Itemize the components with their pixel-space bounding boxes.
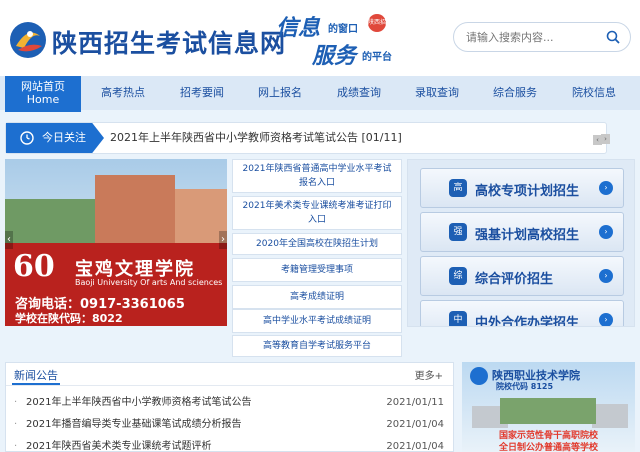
quick-link-enrollment-plan[interactable]: 2020年全国高校在陕招生计划 [232,233,402,255]
arrow-right-icon: › [599,269,613,283]
news-divider [6,385,453,386]
arrow-right-icon: › [599,181,613,195]
arrow-right-icon: › [599,313,613,326]
news-item[interactable]: · 2021年上半年陕西省中小学教师资格考试笔试公告 2021/01/11 [14,393,446,413]
nav-item-score-query[interactable]: 成绩查询 [320,76,398,110]
banner-prev-button[interactable]: ‹ [5,231,13,249]
site-logo-icon[interactable] [8,20,48,60]
search-box [453,22,631,52]
college-ad-banner[interactable]: 陕西职业技术学院 院校代码 8125 国家示范性骨干高职院校 全日制公办普通高等… [462,362,635,452]
ad-campus-gate [500,398,596,424]
news-more-link[interactable]: 更多+ [415,367,443,382]
nav-home-label: 网站首页 [21,80,65,93]
slogan-service: 服务 [312,43,357,69]
sino-foreign-icon: 中 [449,311,467,326]
search-input[interactable] [466,29,601,46]
nav-home[interactable]: 网站首页 Home [5,76,81,112]
special-btn-strong-base[interactable]: 强 强基计划高校招生 › [420,212,624,252]
site-header: 陕西招生考试信息网 信息 的窗口 陕西招 服务 的平台 [0,0,640,76]
news-item-title: 2021年上半年陕西省中小学教师资格考试笔试公告 [26,397,252,408]
university-plan-icon: 高 [449,179,467,197]
banner-building [95,175,175,245]
banner-next-button[interactable]: › [219,231,227,249]
news-item-date: 2021/01/04 [386,419,444,430]
quick-link-self-study-platform[interactable]: 高等教育自学考试服务平台 [232,335,402,357]
ad-building-right [592,404,628,428]
ad-motto-2: 全日制公办普通高等学校 [498,443,598,452]
news-item-date: 2021/01/11 [386,397,444,408]
news-item[interactable]: · 2021年播音编导类专业基础课笔试成绩分析报告 2021/01/04 [14,415,446,435]
strong-base-icon: 强 [449,223,467,241]
banner-school-name-en: Baoji University Of arts And sciences [75,278,223,287]
comprehensive-icon: 综 [449,267,467,285]
nav-item-exam-news[interactable]: 招考要闻 [163,76,241,110]
news-item-title: 2021年播音编导类专业基础课笔试成绩分析报告 [26,419,242,430]
news-item[interactable]: · 2021年陕西省美术类专业课统考试题评析 2021/01/04 [14,437,446,452]
today-focus-ticker: 今日关注 2021年上半年陕西省中小学教师资格考试笔试公告 [01/11] ‹ [5,122,607,154]
clock-icon [20,131,34,145]
slogan-seal-icon: 陕西招 [368,14,386,32]
special-btn-university-plan[interactable]: 高 高校专项计划招生 › [420,168,624,208]
nav-home-sublabel: Home [26,93,60,106]
slogan-window: 的窗口 [328,24,358,35]
arrow-right-icon: › [599,225,613,239]
quick-link-gaokao-score-proof[interactable]: 高考成绩证明 [232,285,402,309]
news-title[interactable]: 新闻公告 [14,367,58,383]
nav-item-services[interactable]: 综合服务 [476,76,554,110]
banner-anniversary: 60 [13,249,55,284]
bullet-icon: · [14,397,18,408]
news-panel: 新闻公告 更多+ · 2021年上半年陕西省中小学教师资格考试笔试公告 2021… [5,362,454,452]
special-btn-label: 强基计划高校招生 [475,228,580,243]
bullet-icon: · [14,419,18,430]
quick-link-xueye-registration[interactable]: 2021年陕西省普通高中学业水平考试报名入口 [232,159,402,193]
college-logo-icon [470,367,488,385]
site-title[interactable]: 陕西招生考试信息网 [52,24,286,60]
ticker-headline[interactable]: 2021年上半年陕西省中小学教师资格考试笔试公告 [01/11] [110,123,402,153]
promo-banner[interactable]: 60 宝鸡文理学院 Baoji University Of arts And s… [5,159,227,326]
ticker-next-button[interactable]: › [601,134,610,144]
ad-college-code: 院校代码 8125 [496,382,554,391]
slogan-platform: 的平台 [362,52,392,63]
special-enrollment-panel: 高 高校专项计划招生 › 强 强基计划高校招生 › 综 综合评价招生 › 中 中… [407,159,635,327]
special-btn-label: 综合评价招生 [475,272,554,287]
site-slogan: 信息 的窗口 陕西招 服务 的平台 [272,10,452,69]
today-focus-label: 今日关注 [6,123,104,153]
banner-trees [5,199,95,245]
bullet-icon: · [14,441,18,452]
news-item-date: 2021/01/04 [386,441,444,452]
special-btn-label: 高校专项计划招生 [475,184,580,199]
search-icon[interactable] [606,30,620,44]
today-focus-text: 今日关注 [42,131,86,144]
nav-item-gaokao-hot[interactable]: 高考热点 [84,76,162,110]
quick-link-art-admission-ticket[interactable]: 2021年美术类专业课统考准考证打印入口 [232,196,402,230]
special-btn-comprehensive[interactable]: 综 综合评价招生 › [420,256,624,296]
news-item-title: 2021年陕西省美术类专业课统考试题评析 [26,441,212,452]
quick-link-registry-affairs[interactable]: 考籍管理受理事项 [232,258,402,282]
special-btn-label: 中外合作办学招生 [475,316,580,327]
nav-item-online-registration[interactable]: 网上报名 [241,76,319,110]
banner-code: 学校在陕代码：8022 [15,312,123,325]
main-nav: 网站首页 Home 高考热点 招考要闻 网上报名 成绩查询 录取查询 综合服务 … [0,76,640,112]
special-btn-sino-foreign[interactable]: 中 中外合作办学招生 › [420,300,624,327]
nav-item-college-info[interactable]: 院校信息 [555,76,633,110]
nav-item-admission-query[interactable]: 录取查询 [398,76,476,110]
quick-link-xueye-score-proof[interactable]: 高中学业水平考试成绩证明 [232,309,402,333]
